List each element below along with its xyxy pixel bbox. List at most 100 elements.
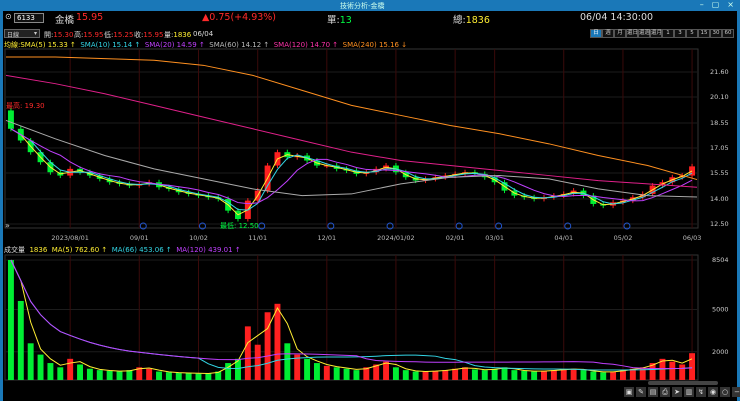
cursor-icon[interactable]: ➤ — [672, 387, 682, 397]
volume-bar — [422, 371, 429, 380]
volume-bar — [57, 367, 64, 380]
volume-tick-label: 5000 — [712, 305, 729, 313]
volume-bar — [689, 353, 696, 380]
volume-bar — [432, 370, 439, 380]
date-tick-label: 11/01 — [248, 234, 267, 242]
volume-bar — [67, 358, 74, 380]
volume-bar — [452, 368, 459, 380]
volume-tick-label: 8504 — [712, 256, 729, 264]
volume-bar — [511, 370, 518, 380]
volume-bar — [560, 369, 567, 380]
volume-bar — [343, 368, 350, 380]
volume-pane — [4, 254, 699, 381]
volume-bar — [146, 368, 153, 380]
volume-bar — [27, 343, 34, 380]
chart-toolbar: ▣✎▤⎙➤▥↯◉○−+ — [624, 387, 740, 397]
volume-bar — [205, 373, 212, 380]
volume-bar — [106, 370, 113, 380]
date-tick-label: 03/01 — [485, 234, 504, 242]
lock-icon[interactable]: ▣ — [624, 387, 634, 397]
volume-bar — [392, 367, 399, 380]
volume-bar — [442, 370, 449, 380]
volume-bar — [412, 371, 419, 380]
volume-bar — [610, 371, 617, 380]
volume-bar — [47, 363, 54, 380]
horizontal-scrollbar[interactable] — [648, 381, 718, 385]
volume-bar — [570, 368, 577, 380]
expand-icon[interactable]: » — [5, 221, 10, 230]
volume-bar — [550, 370, 557, 380]
indicator-icon[interactable]: ↯ — [696, 387, 706, 397]
date-tick-label: 02/01 — [446, 234, 465, 242]
eye-icon[interactable]: ◉ — [708, 387, 718, 397]
date-tick-label: 2023/08/01 — [51, 234, 88, 242]
hidden — [11, 129, 692, 219]
volume-bar — [264, 312, 271, 380]
draw-icon[interactable]: ✎ — [636, 387, 646, 397]
price-tick-label: 14.00 — [710, 195, 729, 203]
volume-bar — [17, 300, 24, 380]
volume-bar — [620, 370, 626, 380]
panel-icon[interactable]: ▥ — [684, 387, 694, 397]
volume-bar — [383, 361, 390, 380]
price-tick-label: 20.10 — [710, 93, 729, 101]
vol-ma66-line — [10, 259, 693, 371]
price-tick-label: 15.55 — [710, 169, 729, 177]
sma5-line — [10, 128, 693, 216]
volume-bar — [481, 370, 488, 380]
volume-bar — [501, 367, 508, 380]
sma240-line — [6, 56, 698, 181]
volume-bar — [195, 373, 202, 380]
volume-bar — [531, 371, 538, 380]
volume-bar — [471, 369, 478, 380]
volume-bar — [7, 260, 14, 380]
volume-bar — [156, 371, 162, 380]
volume-bar — [96, 370, 103, 380]
volume-bar — [541, 370, 547, 380]
volume-bar — [244, 326, 251, 380]
volume-bar — [521, 370, 528, 380]
price-chart[interactable]: 21.60 20.10 18.55 17.05 15.55 14.00 12.50 8504 5… — [0, 0, 740, 401]
volume-bar — [679, 364, 686, 380]
volume-bar — [353, 370, 360, 380]
date-tick-label: 12/01 — [317, 234, 336, 242]
date-tick-label: 09/01 — [130, 234, 149, 242]
volume-bar — [274, 303, 281, 380]
price-tick-label: 21.60 — [710, 68, 729, 76]
price-tick-label: 17.05 — [710, 144, 729, 152]
volume-bar — [304, 358, 311, 380]
volume-bar — [126, 370, 133, 380]
zoom-out-icon[interactable]: − — [732, 387, 740, 397]
price-tick-label: 18.55 — [710, 119, 729, 127]
date-tick-label: 05/02 — [614, 234, 633, 242]
volume-bar — [313, 363, 320, 380]
volume-bar — [254, 344, 261, 380]
volume-bar — [77, 364, 83, 380]
volume-bar — [669, 361, 676, 380]
circle-icon[interactable]: ○ — [720, 387, 730, 397]
candle — [7, 110, 14, 129]
date-tick-label: 06/03 — [683, 234, 702, 242]
volume-bar — [600, 372, 607, 380]
volume-bar — [284, 343, 291, 380]
print-icon[interactable]: ⎙ — [660, 387, 670, 397]
volume-bar — [37, 354, 44, 380]
volume-bar — [629, 368, 636, 380]
volume-bar — [333, 367, 340, 380]
volume-bar — [491, 368, 498, 380]
volume-bar — [175, 372, 182, 380]
volume-tick-label: 2000 — [712, 348, 729, 356]
price-tick-label: 12.50 — [710, 220, 729, 228]
sma60-line — [5, 119, 698, 198]
window-icon[interactable]: ▤ — [648, 387, 658, 397]
volume-bar — [590, 371, 597, 380]
volume-bar — [86, 368, 93, 380]
date-tick-label: 10/02 — [189, 234, 208, 242]
volume-bar — [116, 371, 123, 380]
volume-bar — [165, 372, 172, 380]
date-tick-label: 04/01 — [554, 234, 573, 242]
volume-bar — [580, 370, 587, 380]
high-annotation: 最高: 19.30 — [6, 102, 45, 110]
date-tick-label: 2024/01/02 — [377, 234, 414, 242]
volume-bar — [462, 367, 468, 380]
